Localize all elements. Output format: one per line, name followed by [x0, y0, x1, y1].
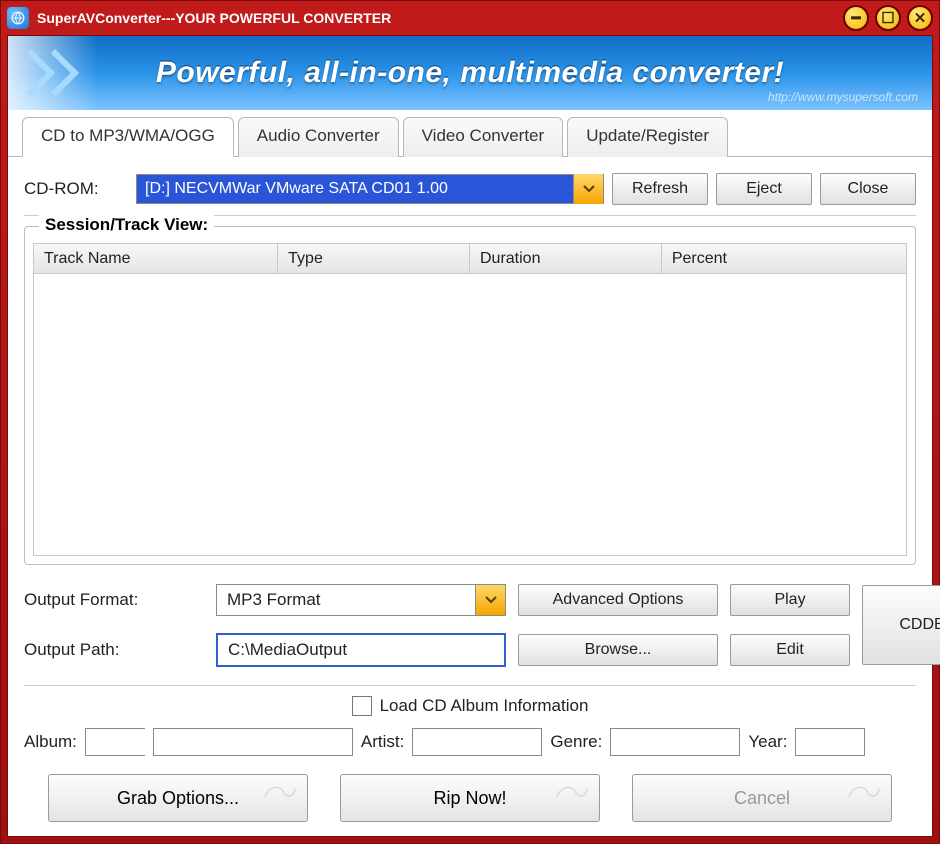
cddb-button[interactable]: CDDB [862, 585, 940, 665]
grab-options-button[interactable]: Grab Options... [48, 774, 308, 822]
cd-panel: CD-ROM: [D:] NECVMWar VMware SATA CD01 1… [8, 157, 932, 836]
close-tray-button[interactable]: Close [820, 173, 916, 205]
artist-label: Artist: [361, 732, 404, 752]
minimize-button[interactable]: ━ [843, 5, 869, 31]
banner-url: http://www.mysupersoft.com [768, 90, 918, 104]
genre-label: Genre: [550, 732, 602, 752]
session-track-title: Session/Track View: [39, 215, 214, 235]
banner-headline: Powerful, all-in-one, multimedia convert… [156, 56, 784, 90]
chevron-down-icon [583, 185, 595, 193]
output-path-input[interactable]: C:\MediaOutput [216, 633, 506, 667]
advanced-options-button[interactable]: Advanced Options [518, 584, 718, 616]
cdrom-selected-value: [D:] NECVMWar VMware SATA CD01 1.00 [137, 175, 573, 203]
track-table-header: Track Name Type Duration Percent [34, 244, 906, 274]
col-duration[interactable]: Duration [470, 244, 662, 273]
load-album-row: Load CD Album Information [24, 696, 916, 716]
rip-now-button[interactable]: Rip Now! [340, 774, 600, 822]
chevron-down-icon [485, 596, 497, 604]
window-title: SuperAVConverter---YOUR POWERFUL CONVERT… [37, 10, 843, 26]
window-controls: ━ ☐ ✕ [843, 5, 933, 31]
restore-button[interactable]: ☐ [875, 5, 901, 31]
cdrom-dropdown-button[interactable] [573, 174, 603, 204]
album-name-input[interactable] [153, 728, 353, 756]
album-index-spinner[interactable] [85, 728, 145, 756]
output-format-select[interactable]: MP3 Format [216, 584, 506, 616]
tab-video-converter[interactable]: Video Converter [403, 117, 564, 157]
cancel-button[interactable]: Cancel [632, 774, 892, 822]
session-track-view-group: Session/Track View: Track Name Type Dura… [24, 226, 916, 565]
swirl-icon [555, 781, 589, 801]
titlebar[interactable]: SuperAVConverter---YOUR POWERFUL CONVERT… [1, 1, 939, 35]
app-icon [7, 7, 29, 29]
grab-options-label: Grab Options... [117, 788, 239, 809]
cdrom-label: CD-ROM: [24, 179, 128, 199]
content-area: Powerful, all-in-one, multimedia convert… [7, 35, 933, 837]
edit-button[interactable]: Edit [730, 634, 850, 666]
bottom-button-row: Grab Options... Rip Now! Cancel [24, 774, 916, 822]
cdrom-row: CD-ROM: [D:] NECVMWar VMware SATA CD01 1… [24, 167, 916, 216]
separator [24, 685, 916, 686]
tab-audio-converter[interactable]: Audio Converter [238, 117, 399, 157]
track-table-body[interactable] [34, 274, 906, 555]
col-percent[interactable]: Percent [662, 244, 906, 273]
cancel-label: Cancel [734, 788, 790, 809]
refresh-button[interactable]: Refresh [612, 173, 708, 205]
year-input[interactable] [795, 728, 865, 756]
album-info-row: Album: Artist: Genre: Year: [24, 728, 916, 756]
output-path-label: Output Path: [24, 640, 204, 660]
play-button[interactable]: Play [730, 584, 850, 616]
year-label: Year: [748, 732, 787, 752]
tab-bar: CD to MP3/WMA/OGG Audio Converter Video … [8, 110, 932, 157]
load-album-label: Load CD Album Information [380, 696, 589, 716]
tab-cd-to-mp3[interactable]: CD to MP3/WMA/OGG [22, 117, 234, 157]
output-options: Output Format: MP3 Format Advanced Optio… [24, 579, 916, 671]
col-track-name[interactable]: Track Name [34, 244, 278, 273]
output-format-dropdown-button[interactable] [475, 585, 505, 615]
browse-button[interactable]: Browse... [518, 634, 718, 666]
app-window: SuperAVConverter---YOUR POWERFUL CONVERT… [0, 0, 940, 844]
banner: Powerful, all-in-one, multimedia convert… [8, 36, 932, 110]
banner-chevrons-icon [8, 36, 98, 110]
artist-input[interactable] [412, 728, 542, 756]
genre-input[interactable] [610, 728, 740, 756]
swirl-icon [263, 781, 297, 801]
output-format-value: MP3 Format [217, 585, 475, 615]
close-window-button[interactable]: ✕ [907, 5, 933, 31]
eject-button[interactable]: Eject [716, 173, 812, 205]
output-format-label: Output Format: [24, 590, 204, 610]
load-album-checkbox[interactable] [352, 696, 372, 716]
album-label: Album: [24, 732, 77, 752]
cdrom-select[interactable]: [D:] NECVMWar VMware SATA CD01 1.00 [136, 174, 604, 204]
tab-update-register[interactable]: Update/Register [567, 117, 728, 157]
track-table: Track Name Type Duration Percent [33, 243, 907, 556]
swirl-icon [847, 781, 881, 801]
rip-now-label: Rip Now! [433, 788, 506, 809]
col-type[interactable]: Type [278, 244, 470, 273]
